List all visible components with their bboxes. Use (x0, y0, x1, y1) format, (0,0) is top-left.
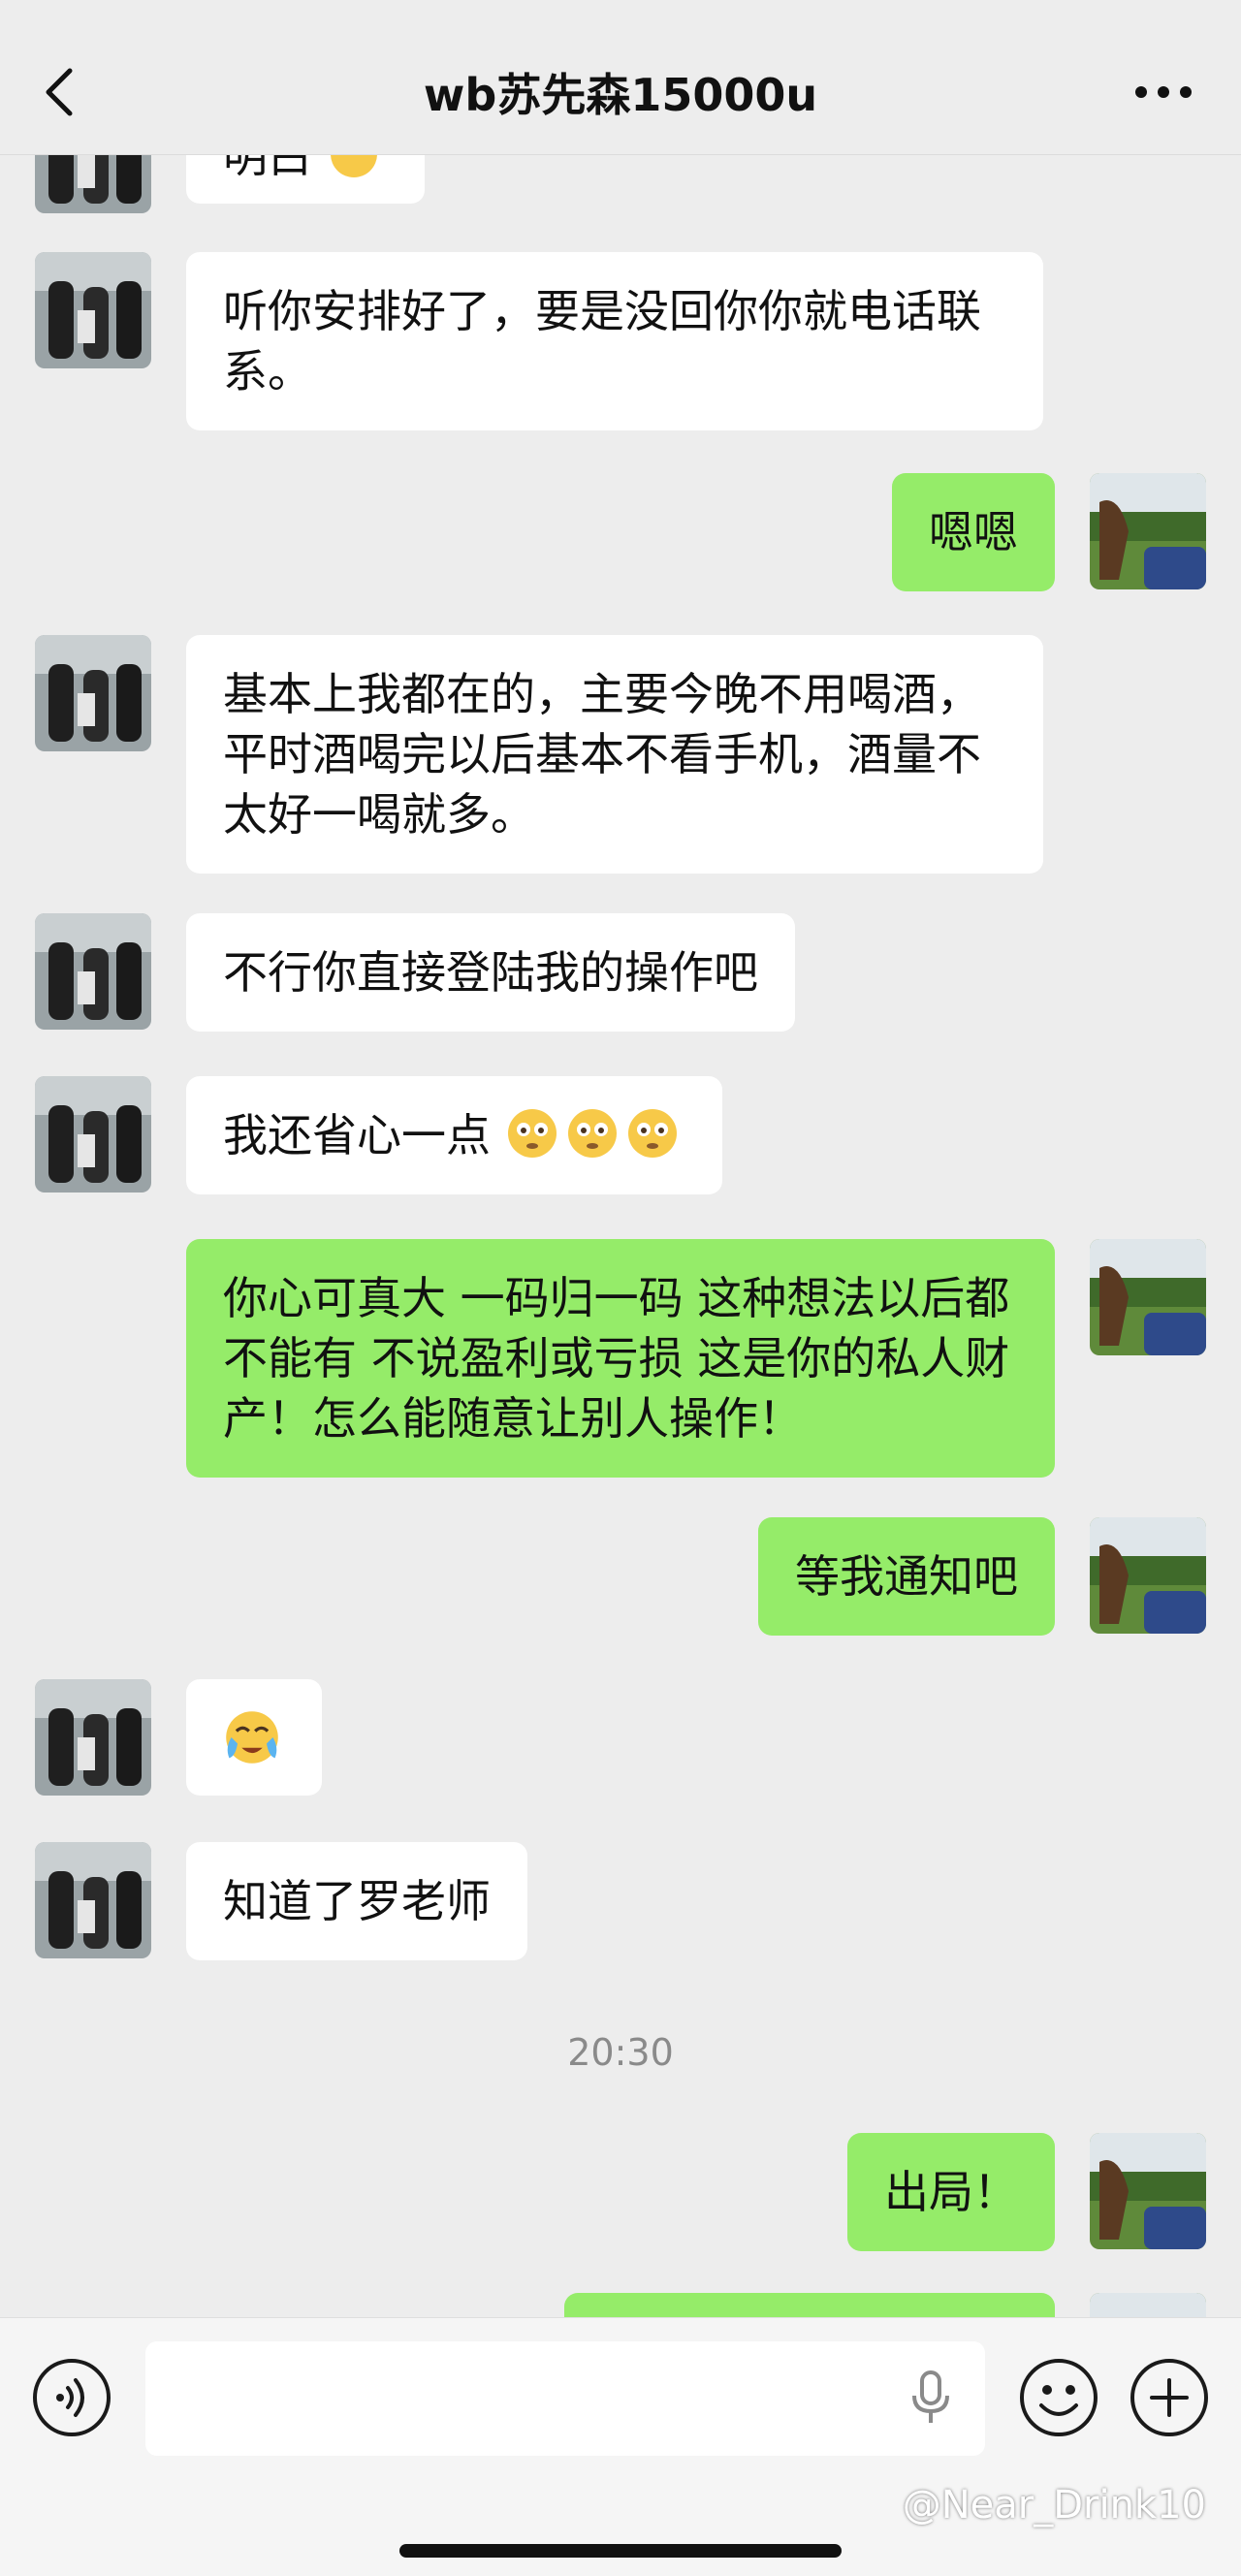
message-bubble[interactable]: 不行你直接登陆我的操作吧 (186, 913, 795, 1032)
chat-title: wb苏先森15000u (423, 69, 818, 121)
more-button[interactable] (1125, 58, 1202, 126)
flushed-emoji-icon (627, 1109, 677, 1158)
self-avatar[interactable] (1090, 2293, 1206, 2317)
flushed-emoji-icon (507, 1109, 557, 1158)
message-text: 出局！ (884, 2166, 1018, 2218)
contact-avatar[interactable] (35, 155, 151, 213)
contact-avatar[interactable] (35, 1842, 151, 1958)
contact-avatar[interactable] (35, 913, 151, 1030)
contact-avatar[interactable] (35, 1679, 151, 1796)
mic-button[interactable] (907, 2369, 955, 2427)
message-text: 等我通知吧 (795, 1550, 1018, 1603)
voice-button[interactable] (31, 2357, 112, 2438)
message-text: 知道了罗老师 (223, 1875, 491, 1927)
flushed-emoji-icon (567, 1109, 617, 1158)
message-text: 嗯嗯 (929, 506, 1018, 558)
message-timestamp: 20:30 (567, 2031, 674, 2074)
message-bubble[interactable]: 听你安排好了，要是没回你你就电话联系。 (186, 252, 1043, 430)
emoji-icon (1020, 2359, 1098, 2436)
self-avatar[interactable] (1090, 2133, 1206, 2249)
watermark: @Near_Drink10 (902, 2483, 1206, 2528)
contact-avatar[interactable] (35, 635, 151, 751)
message-text: 不行你直接登陆我的操作吧 (223, 946, 758, 999)
message-bubble[interactable]: 出局！ (847, 2133, 1055, 2251)
message-text: 我还省心一点 (223, 1109, 491, 1161)
message-text: 你心可真大 一码归一码 这种想法以后都不能有 不说盈利或亏损 这是你的私人财产！… (223, 1272, 1010, 1445)
message-bubble[interactable]: 嗯嗯 (892, 473, 1055, 591)
message-text: 基本上我都在的，主要今晚不用喝酒，平时酒喝完以后基本不看手机，酒量不太好一喝就多… (223, 668, 981, 841)
self-avatar[interactable] (1090, 473, 1206, 589)
message-text: 听你安排好了，要是没回你你就电话联系。 (223, 285, 981, 398)
chat-header: wb苏先森15000u (0, 0, 1241, 155)
voice-icon (33, 2359, 111, 2436)
plus-button[interactable] (1129, 2357, 1210, 2438)
clap-emoji-icon (330, 155, 377, 177)
message-bubble[interactable]: 知道了罗老师 (186, 1842, 527, 1960)
message-bubble[interactable]: 我还省心一点 (186, 1076, 722, 1194)
message-bubble[interactable]: 你心可真大 一码归一码 这种想法以后都不能有 不说盈利或亏损 这是你的私人财产！… (186, 1239, 1055, 1478)
message-bubble[interactable] (186, 1679, 322, 1796)
message-bubble[interactable]: 基本上我都在的，主要今晚不用喝酒，平时酒喝完以后基本不看手机，酒量不太好一喝就多… (186, 635, 1043, 874)
message-bubble[interactable] (564, 2293, 1055, 2317)
contact-avatar[interactable] (35, 252, 151, 368)
home-indicator[interactable] (399, 2544, 842, 2558)
input-bar: @Near_Drink10 (0, 2317, 1241, 2576)
message-bubble[interactable]: 明白 (186, 155, 425, 204)
more-dots-icon (1135, 86, 1192, 98)
message-list[interactable]: 明白 听你安排好了，要是没回你你就电话联系。 嗯嗯 基本上我都在的，主要今晚不用… (0, 155, 1241, 2317)
contact-avatar[interactable] (35, 1076, 151, 1193)
message-bubble[interactable]: 等我通知吧 (758, 1517, 1055, 1636)
emoji-button[interactable] (1018, 2357, 1099, 2438)
self-avatar[interactable] (1090, 1239, 1206, 1355)
self-avatar[interactable] (1090, 1517, 1206, 1634)
message-input[interactable] (145, 2341, 985, 2456)
plus-icon (1130, 2359, 1208, 2436)
mic-icon (912, 2370, 949, 2423)
sob-emoji-icon (226, 1711, 278, 1764)
